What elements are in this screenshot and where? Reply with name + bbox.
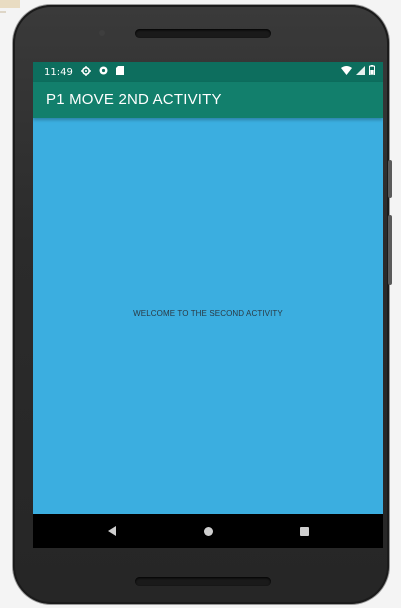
welcome-message: WELCOME TO THE SECOND ACTIVITY <box>133 309 283 318</box>
bottom-speaker-grille <box>135 577 271 586</box>
sd-card-icon <box>115 66 124 78</box>
volume-button[interactable] <box>388 215 392 285</box>
front-camera <box>99 30 105 36</box>
home-icon <box>203 526 213 536</box>
app-toolbar: P1 MOVE 2ND ACTIVITY <box>33 82 383 118</box>
record-icon <box>99 66 108 78</box>
recents-icon <box>299 526 309 536</box>
desktop-corner-decoration <box>0 0 20 13</box>
nav-recents-button[interactable] <box>289 514 319 548</box>
status-time: 11:49 <box>44 66 73 78</box>
settings-icon <box>80 65 91 79</box>
nav-home-button[interactable] <box>193 514 223 548</box>
back-icon <box>108 526 116 536</box>
device-screen: 11:49 P1 MOVE 2ND ACTIVITY WELCOME TO TH… <box>33 62 383 548</box>
navigation-bar <box>33 514 383 548</box>
status-bar: 11:49 <box>33 62 383 82</box>
battery-icon <box>369 65 375 78</box>
signal-icon <box>356 65 365 78</box>
wifi-icon <box>341 65 352 78</box>
screenshot-stage: 11:49 P1 MOVE 2ND ACTIVITY WELCOME TO TH… <box>0 0 401 608</box>
status-right-icons <box>341 65 375 78</box>
power-button[interactable] <box>388 160 392 198</box>
nav-back-button[interactable] <box>97 514 127 548</box>
app-title: P1 MOVE 2ND ACTIVITY <box>46 91 222 108</box>
top-speaker-grille <box>135 29 271 38</box>
